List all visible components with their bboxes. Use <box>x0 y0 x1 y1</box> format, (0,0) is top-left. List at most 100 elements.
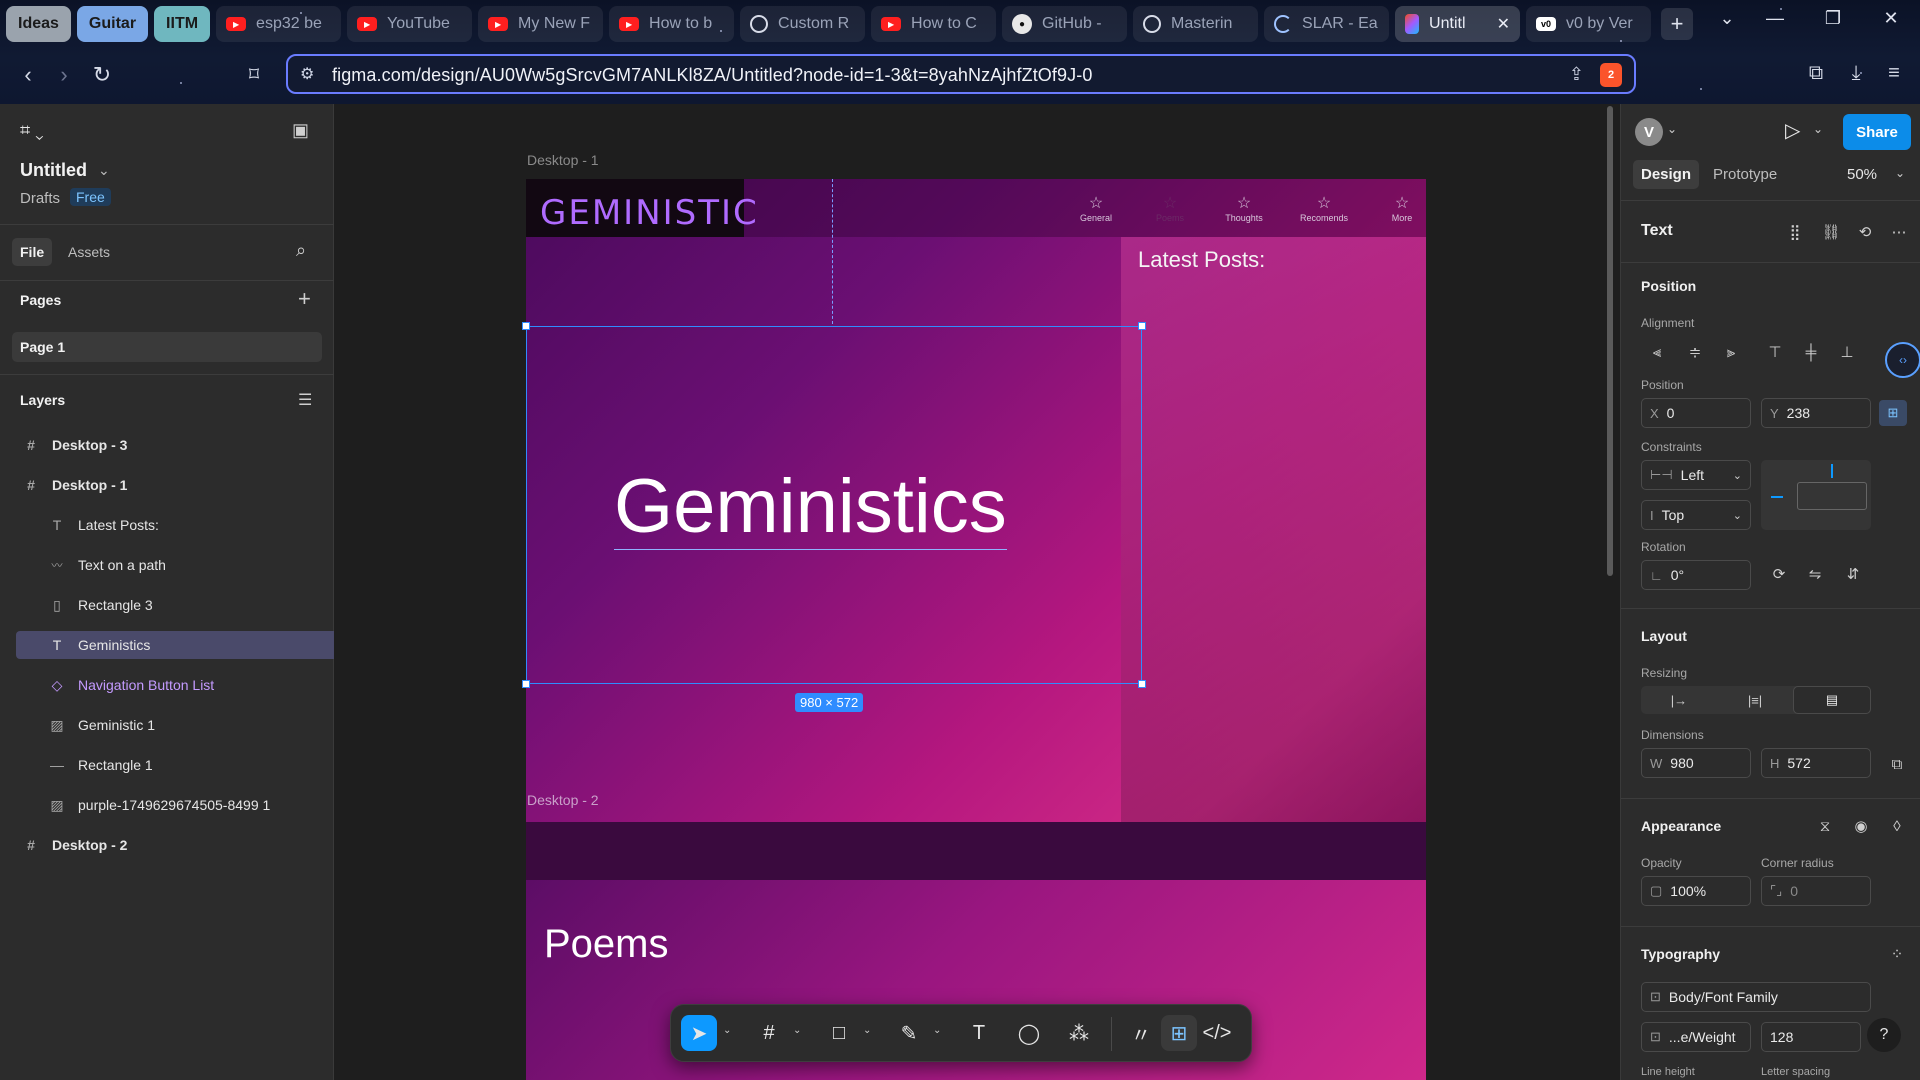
dev-mode-icon[interactable]: </> <box>1199 1015 1235 1051</box>
layer-row-selected[interactable]: T Geministics <box>16 631 334 659</box>
opacity-field[interactable]: ▢ 100% <box>1641 876 1751 906</box>
browser-tab[interactable]: How to b <box>609 6 735 42</box>
text-tool-icon[interactable]: T <box>961 1015 997 1051</box>
poems-title[interactable]: Poems <box>544 922 669 967</box>
nav-item-recomends[interactable]: ☆ Recomends <box>1296 193 1352 223</box>
rotate-icon[interactable]: ⟳ <box>1765 560 1793 588</box>
brave-shield-icon[interactable]: 2 <box>1600 63 1622 87</box>
tab-group-guitar[interactable]: Guitar <box>76 6 149 42</box>
tab-prototype[interactable]: Prototype <box>1713 166 1777 183</box>
browser-tab[interactable]: esp32 be <box>216 6 342 42</box>
close-window-button[interactable]: ✕ <box>1876 8 1906 29</box>
comment-tool-icon[interactable]: ◯ <box>1011 1015 1047 1051</box>
browser-tab[interactable]: My New F <box>478 6 604 42</box>
share-button[interactable]: Share <box>1843 114 1911 150</box>
pen-tool-icon[interactable]: ✎ <box>891 1015 927 1051</box>
layer-row[interactable]: ▨ purple-1749629674505-8499 1 <box>16 791 334 819</box>
browser-tab[interactable]: YouTube <box>347 6 473 42</box>
canvas[interactable]: Desktop - 1 GEMINISTIC ☆ General ☆ Poems ☆… <box>335 104 1615 1080</box>
link-icon[interactable]: ⛓ <box>1817 218 1845 246</box>
chevron-down-icon[interactable]: ⌄ <box>1667 122 1677 136</box>
align-middle-v-icon[interactable]: ╪ <box>1797 338 1825 366</box>
back-icon[interactable]: ‹ <box>14 62 42 88</box>
bookmark-icon[interactable]: ⌑ <box>240 62 268 87</box>
constrain-proportions-icon[interactable]: ⧉ <box>1883 750 1911 778</box>
canvas-scrollbar[interactable] <box>1607 106 1613 576</box>
variant-icon[interactable]: ⟲ <box>1851 218 1879 246</box>
flip-horizontal-icon[interactable]: ⇋ <box>1801 560 1829 588</box>
eye-icon[interactable]: ◉ <box>1847 812 1875 840</box>
share-page-icon[interactable]: ⇪ <box>1569 64 1584 85</box>
variable-mode-icon[interactable]: ⧖ <box>1811 812 1839 840</box>
layers-options-icon[interactable]: ☰ <box>298 390 312 410</box>
browser-tab[interactable]: ● GitHub - <box>1002 6 1128 42</box>
corner-radius-field[interactable]: ⌜⌟ 0 <box>1761 876 1871 906</box>
chevron-down-icon[interactable]: ⌄ <box>1813 122 1823 136</box>
latest-posts-heading[interactable]: Latest Posts: <box>1138 247 1265 273</box>
tab-group-iitm[interactable]: IITM <box>154 6 211 42</box>
align-right-icon[interactable]: ⫸ <box>1717 338 1745 366</box>
search-icon[interactable]: ⌕ <box>296 240 306 261</box>
height-field[interactable]: H 572 <box>1761 748 1871 778</box>
absolute-position-icon[interactable]: ⊞ <box>1879 400 1907 426</box>
layer-row[interactable]: # Desktop - 3 <box>16 431 334 459</box>
new-tab-button[interactable]: + <box>1661 8 1694 40</box>
align-bottom-icon[interactable]: ⊥ <box>1833 338 1861 366</box>
blend-mode-icon[interactable]: ◊ <box>1883 812 1911 840</box>
rectangle-tool-icon[interactable]: □ <box>821 1015 857 1051</box>
text-styles-icon[interactable]: ⁘ <box>1883 940 1911 968</box>
browser-tab[interactable]: Custom R <box>740 6 866 42</box>
font-size-field[interactable]: 128 <box>1761 1022 1861 1052</box>
chevron-down-icon[interactable]: ⌄ <box>723 1025 731 1036</box>
url-text[interactable]: figma.com/design/AU0Ww5gSrcvGM7ANLKl8ZA/… <box>332 65 1092 86</box>
nav-item-more[interactable]: ☆ More <box>1384 193 1420 223</box>
auto-height-icon[interactable]: |≡| <box>1717 686 1793 714</box>
resize-handle[interactable] <box>1138 680 1146 688</box>
tab-file[interactable]: File <box>12 238 53 266</box>
constraint-horizontal-select[interactable]: ⊢⊣ Left ⌄ <box>1641 460 1751 490</box>
toggle-sidebar-icon[interactable]: ▣ <box>292 120 309 141</box>
flip-vertical-icon[interactable]: ⇵ <box>1839 560 1867 588</box>
figma-menu-icon[interactable]: ⌗ ⌄ <box>20 120 44 141</box>
fixed-size-icon[interactable]: ▤ <box>1793 686 1871 714</box>
tab-assets[interactable]: Assets <box>68 244 110 260</box>
tab-search-chevron-icon[interactable]: ⌄ <box>1712 8 1742 29</box>
constraint-vertical-select[interactable]: I Top ⌄ <box>1641 500 1751 530</box>
zoom-level[interactable]: 50% <box>1847 166 1877 183</box>
browser-tab[interactable]: SLAR - Ea <box>1264 6 1390 42</box>
browser-tab[interactable]: v0 v0 by Ver <box>1526 6 1652 42</box>
reload-icon[interactable]: ↻ <box>88 62 116 88</box>
align-center-h-icon[interactable]: ≑ <box>1681 338 1709 366</box>
help-button[interactable]: ? <box>1867 1018 1901 1052</box>
layer-row[interactable]: 〰 Text on a path <box>16 551 334 579</box>
resize-handle[interactable] <box>522 322 530 330</box>
extensions-icon[interactable]: ⧉ <box>1802 62 1830 85</box>
layer-row[interactable]: T Latest Posts: <box>16 511 334 539</box>
align-top-icon[interactable]: ⊤ <box>1761 338 1789 366</box>
actions-tool-icon[interactable]: ⁂ <box>1061 1015 1097 1051</box>
site-settings-icon[interactable]: ⚙ <box>300 64 314 84</box>
drafts-label[interactable]: Drafts <box>20 190 60 207</box>
plan-badge[interactable]: Free <box>70 188 111 206</box>
forward-icon[interactable]: › <box>50 62 78 88</box>
frame-tool-icon[interactable]: # <box>751 1015 787 1051</box>
nav-item-general[interactable]: ☆ General <box>1074 193 1118 223</box>
frame-label-desktop-1[interactable]: Desktop - 1 <box>527 152 599 168</box>
zoom-lens-icon[interactable]: ‹› <box>1885 342 1920 378</box>
move-tool-icon[interactable]: ➤ <box>681 1015 717 1051</box>
layer-row-component[interactable]: ◇ Navigation Button List <box>16 671 334 699</box>
resize-handle[interactable] <box>522 680 530 688</box>
close-tab-icon[interactable]: ✕ <box>1497 14 1510 34</box>
nav-item-thoughts[interactable]: ☆ Thoughts <box>1222 193 1266 223</box>
chevron-down-icon[interactable]: ⌄ <box>793 1025 801 1036</box>
nav-item-poems[interactable]: ☆ Poems <box>1148 193 1192 223</box>
font-family-field[interactable]: ⊡ Body/Font Family <box>1641 982 1871 1012</box>
layer-row[interactable]: ▨ Geministic 1 <box>16 711 334 739</box>
chevron-down-icon[interactable]: ⌄ <box>1895 166 1905 180</box>
resize-handle[interactable] <box>1138 322 1146 330</box>
frame-label-desktop-2[interactable]: Desktop - 2 <box>527 792 599 808</box>
align-left-icon[interactable]: ⫷ <box>1643 338 1671 366</box>
avatar[interactable]: V <box>1635 118 1663 146</box>
present-icon[interactable]: ▷ <box>1785 118 1800 143</box>
layer-row[interactable]: — Rectangle 1 <box>16 751 334 779</box>
